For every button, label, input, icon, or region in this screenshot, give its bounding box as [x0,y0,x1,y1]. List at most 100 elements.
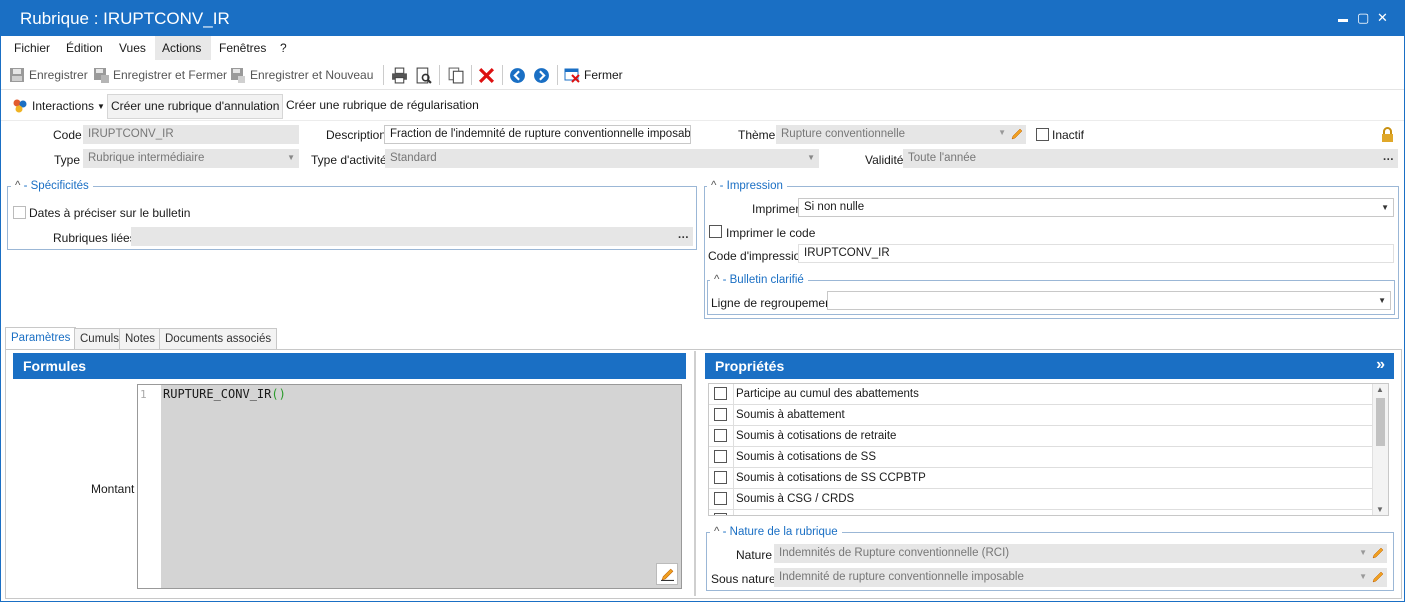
create-regul-rubric-button[interactable]: Créer une rubrique de régularisation [286,98,479,112]
property-checkbox[interactable] [714,492,727,505]
next-icon[interactable] [533,67,550,84]
edit-pencil-icon[interactable] [1372,547,1384,559]
menu-fenetres[interactable]: Fenêtres [219,41,266,55]
edit-formula-button[interactable] [656,563,678,585]
window: Rubrique : IRUPTCONV_IR ▬ ▢ ✕ Fichier Éd… [0,0,1405,602]
print-code-field[interactable]: IRUPTCONV_IR [798,244,1394,263]
interactions-dropdown[interactable]: Interactions ▼ [12,98,105,114]
list-item[interactable] [709,510,1372,515]
ellipsis-icon[interactable]: … [678,229,690,241]
chevron-down-icon: ▼ [1378,296,1386,305]
window-title: Rubrique : IRUPTCONV_IR [20,9,230,28]
specificites-header[interactable]: ^ - Spécificités [11,180,93,192]
impression-header[interactable]: ^ - Impression [707,180,787,192]
list-item[interactable]: Participe au cumul des abattements [709,384,1372,405]
menu-help[interactable]: ? [280,41,287,55]
amount-label: Montant [91,482,135,496]
floppy-icon [10,68,24,82]
tab-notes[interactable]: Notes [119,328,162,350]
maximize-icon[interactable]: ▢ [1357,10,1369,26]
code-field[interactable]: IRUPTCONV_IR [83,125,299,144]
subnature-select[interactable]: Indemnité de rupture conventionnelle imp… [774,568,1387,587]
interactions-icon [13,99,27,113]
theme-select[interactable]: Rupture conventionnelle ▼ [776,125,1026,144]
type-label: Type [54,153,81,167]
collapse-icon: ^ [711,180,717,192]
regroup-select[interactable]: ▼ [827,291,1391,310]
save-new-button[interactable]: Enregistrer et Nouveau [230,67,373,83]
list-item[interactable]: Soumis à cotisations de retraite [709,426,1372,447]
list-item[interactable]: Soumis à cotisations de SS [709,447,1372,468]
toolbar-separator [383,65,384,85]
expand-icon[interactable]: » [1376,356,1385,374]
actions-toolbar: Interactions ▼ Créer une rubrique d'annu… [1,91,1404,121]
list-item[interactable]: Soumis à cotisations de SS CCPBTP [709,468,1372,489]
dates-label: Dates à préciser sur le bulletin [29,206,191,220]
save-new-icon [231,68,245,83]
linked-rubrics-label: Rubriques liées [53,231,136,245]
chevron-down-icon: ▼ [1381,203,1389,212]
title-bar: Rubrique : IRUPTCONV_IR ▬ ▢ ✕ [1,1,1404,36]
formula-editor[interactable]: 1 RUPTURE_CONV_IR() [137,384,682,589]
chevron-down-icon: ▼ [1359,572,1367,581]
scroll-down-icon[interactable]: ▼ [1376,505,1384,514]
menu-actions[interactable]: Actions [155,36,211,60]
property-checkbox[interactable] [714,471,727,484]
delete-icon[interactable] [478,67,495,84]
inactive-checkbox[interactable] [1036,128,1049,141]
formula-code[interactable]: RUPTURE_CONV_IR() [161,385,681,588]
activity-type-select[interactable]: Standard ▼ [385,149,819,168]
dates-checkbox[interactable] [13,206,26,219]
property-checkbox[interactable] [714,408,727,421]
save-close-icon [94,68,109,83]
toolbar-separator [439,65,440,85]
menu-fichier[interactable]: Fichier [14,41,50,55]
print-code-checkbox[interactable] [709,225,722,238]
minimize-icon[interactable]: ▬ [1338,12,1348,28]
edit-pencil-icon[interactable] [1372,571,1384,583]
property-checkbox[interactable] [714,450,727,463]
edit-pencil-icon[interactable] [1011,128,1023,140]
chevron-down-icon: ▼ [287,153,295,162]
nature-label: Nature [736,548,773,562]
menu-vues[interactable]: Vues [119,41,146,55]
close-icon[interactable]: ✕ [1377,10,1388,26]
list-item[interactable]: Soumis à CSG / CRDS [709,489,1372,510]
print-icon[interactable] [391,67,408,84]
print-select[interactable]: Si non nulle ▼ [798,198,1394,217]
toolbar-separator [471,65,472,85]
type-select[interactable]: Rubrique intermédiaire ▼ [83,149,299,168]
scroll-up-icon[interactable]: ▲ [1376,385,1384,394]
list-item[interactable]: Soumis à abattement [709,405,1372,426]
toolbar-separator [557,65,558,85]
panel-splitter[interactable] [694,351,696,596]
bulletin-header[interactable]: ^ - Bulletin clarifié [710,274,808,286]
scrollbar-thumb[interactable] [1376,398,1385,446]
validity-field[interactable]: Toute l'année … [903,149,1398,168]
copy-icon[interactable] [447,67,464,84]
linked-rubrics-field[interactable]: … [131,227,693,246]
menu-edition[interactable]: Édition [66,41,103,55]
line-number: 1 [138,385,161,588]
tab-documents[interactable]: Documents associés [159,328,278,350]
chevron-down-icon: ▼ [807,153,815,162]
ellipsis-icon[interactable]: … [1383,151,1395,163]
previous-icon[interactable] [509,67,526,84]
tab-cumuls[interactable]: Cumuls [74,328,125,350]
close-form-icon [564,68,580,83]
create-cancel-rubric-button[interactable]: Créer une rubrique d'annulation [107,94,284,119]
print-preview-icon[interactable] [415,67,432,84]
description-field[interactable]: Fraction de l'indemnité de rupture conve… [384,125,691,144]
properties-scrollbar[interactable]: ▲ ▼ [1372,384,1388,515]
tab-parametres[interactable]: Paramètres [5,327,77,350]
property-checkbox[interactable] [714,513,727,515]
property-checkbox[interactable] [714,429,727,442]
nature-header[interactable]: ^ - Nature de la rubrique [710,526,842,538]
close-button[interactable]: Fermer [564,67,623,83]
save-close-button[interactable]: Enregistrer et Fermer [93,67,227,83]
property-checkbox[interactable] [714,387,727,400]
theme-label: Thème [738,128,776,142]
nature-select[interactable]: Indemnités de Rupture conventionnelle (R… [774,544,1387,563]
print-code-field-label: Code d'impression [708,249,808,263]
save-button[interactable]: Enregistrer [9,67,88,83]
